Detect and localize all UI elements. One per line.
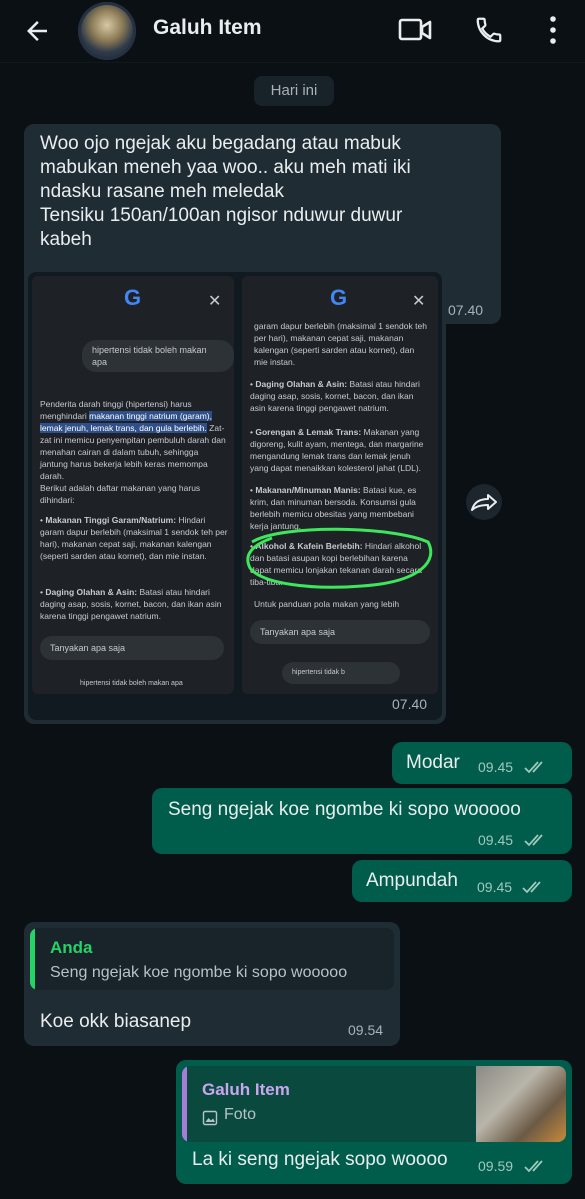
photo-thumbnail xyxy=(476,1066,566,1142)
message-text: Modar xyxy=(406,752,460,773)
close-icon: ✕ xyxy=(208,293,222,310)
google-logo-icon: G xyxy=(124,285,142,310)
outgoing-message[interactable]: Modar 09.45 xyxy=(392,742,572,784)
google-logo-icon: G xyxy=(330,285,348,310)
message-time: 09.45 xyxy=(478,832,514,848)
quote-text: Seng ngejak koe ngombe ki sopo wooooo xyxy=(50,964,348,981)
bottom-query: hipertensi tidak boleh makan apa xyxy=(80,680,183,687)
quote-author: Galuh Item xyxy=(202,1080,290,1099)
message-text: La ki seng ngejak sopo woooo xyxy=(192,1149,448,1170)
answer-text: Untuk panduan pola makan yang lebih xyxy=(254,599,400,609)
message-time: 07.40 xyxy=(448,302,484,318)
answer-text: garam dapur berlebih (maksimal 1 sendok … xyxy=(254,321,427,367)
message-time: 09.45 xyxy=(477,879,513,895)
bullet-title: Makanan/Minuman Manis: xyxy=(255,485,361,495)
answer-text: Berikut adalah daftar makanan yang harus… xyxy=(40,483,201,505)
screenshot-right: G ✕ garam dapur berlebih (maksimal 1 sen… xyxy=(242,276,438,694)
screenshot-left: G ✕ hipertensi tidak boleh makan apa Pen… xyxy=(32,276,234,694)
quote-bar xyxy=(182,1066,187,1142)
quoted-message[interactable]: Anda Seng ngejak koe ngombe ki sopo wooo… xyxy=(30,928,394,990)
quoted-message[interactable]: Galuh Item Foto xyxy=(182,1066,566,1142)
message-line: Woo ojo ngejak aku begadang atau mabuk xyxy=(40,133,401,154)
outgoing-message[interactable]: Seng ngejak koe ngombe ki sopo wooooo 09… xyxy=(152,788,572,854)
more-options-icon[interactable] xyxy=(544,14,562,46)
chat-area[interactable]: Hari ini Woo ojo ngejak aku begadang ata… xyxy=(0,62,585,1199)
double-check-icon xyxy=(522,881,541,894)
quote-author: Anda xyxy=(50,938,93,957)
message-time: 09.45 xyxy=(478,759,514,775)
bullet-title: Daging Olahan & Asin: xyxy=(45,587,138,597)
quote-text: Foto xyxy=(224,1106,257,1123)
hand-drawn-circle xyxy=(246,527,433,589)
avatar[interactable] xyxy=(78,2,136,60)
back-arrow-icon[interactable] xyxy=(22,16,52,46)
bullet-title: Makanan Tinggi Garam/Natrium: xyxy=(45,515,177,525)
photo-icon xyxy=(202,1110,218,1126)
bullet-title: Gorengan & Lemak Trans: xyxy=(255,427,362,437)
message-text: Koe okk biasanep xyxy=(40,1011,192,1032)
outgoing-reply-message[interactable]: Galuh Item Foto La ki seng ngejak sopo w… xyxy=(176,1060,572,1184)
video-call-icon[interactable] xyxy=(398,15,432,45)
double-check-icon xyxy=(524,1160,543,1173)
quote-bar xyxy=(30,928,35,990)
photo[interactable]: G ✕ hipertensi tidak boleh makan apa Pen… xyxy=(28,272,442,720)
close-icon: ✕ xyxy=(412,293,426,310)
double-check-icon xyxy=(524,761,543,774)
message-line: mabukan meneh yaa woo.. aku meh mati iki xyxy=(40,157,411,178)
outgoing-message[interactable]: Ampundah 09.45 xyxy=(352,860,572,902)
search-query: hipertensi tidak boleh makan apa xyxy=(82,340,234,372)
message-text: Seng ngejak koe ngombe ki sopo wooooo xyxy=(168,799,521,820)
bullet-title: Daging Olahan & Asin: xyxy=(255,379,348,389)
ask-input: Tanyakan apa saja xyxy=(250,620,430,644)
message-line: Tensiku 150an/100an ngisor nduwur duwur xyxy=(40,205,403,226)
message-time: 07.40 xyxy=(392,696,428,712)
message-time: 09.54 xyxy=(348,1022,384,1038)
message-line: kabeh xyxy=(40,229,92,250)
double-check-icon xyxy=(524,834,543,847)
contact-name[interactable]: Galuh Item xyxy=(153,16,262,40)
date-chip: Hari ini xyxy=(254,76,334,106)
bottom-query: hipertensi tidak b xyxy=(282,662,400,684)
incoming-image-message[interactable]: G ✕ hipertensi tidak boleh makan apa Pen… xyxy=(24,268,446,724)
message-time: 09.59 xyxy=(478,1158,514,1174)
incoming-reply-message[interactable]: Anda Seng ngejak koe ngombe ki sopo wooo… xyxy=(24,922,400,1046)
message-text: Ampundah xyxy=(366,870,458,891)
forward-button[interactable] xyxy=(466,484,502,520)
chat-header: Galuh Item xyxy=(0,0,585,63)
message-line: ndasku rasane meh meledak xyxy=(40,181,284,202)
phone-call-icon[interactable] xyxy=(474,15,504,45)
ask-input: Tanyakan apa saja xyxy=(40,636,224,660)
forward-icon xyxy=(471,494,497,511)
